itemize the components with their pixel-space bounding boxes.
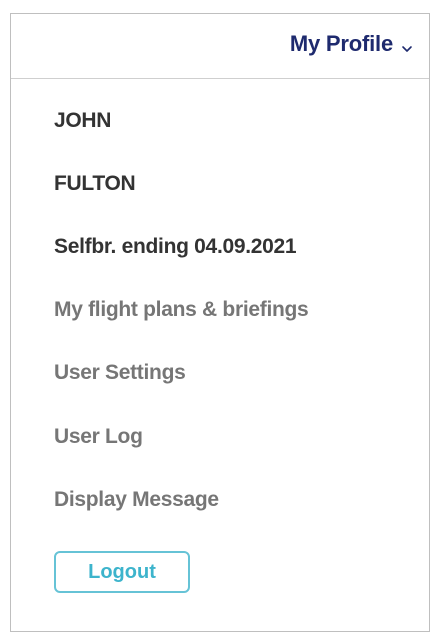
subscription-status: Selfbr. ending 04.09.2021 — [54, 235, 297, 258]
menu-item-user-settings[interactable]: User Settings — [54, 361, 186, 385]
user-last-name: FULTON — [54, 172, 136, 195]
menu-item-display-message[interactable]: Display Message — [54, 488, 219, 512]
user-first-name: JOHN — [54, 109, 112, 132]
profile-dropdown-panel: My Profile JOHN FULTON Selfbr. ending 04… — [10, 13, 430, 632]
menu-item-user-log[interactable]: User Log — [54, 425, 143, 449]
my-profile-label: My Profile — [289, 31, 393, 56]
my-profile-toggle[interactable]: My Profile — [290, 31, 413, 57]
logout-button[interactable]: Logout — [54, 551, 190, 593]
menu-item-flight-plans[interactable]: My flight plans & briefings — [54, 298, 309, 322]
chevron-down-icon — [401, 41, 413, 52]
dropdown-header: My Profile — [11, 14, 429, 79]
